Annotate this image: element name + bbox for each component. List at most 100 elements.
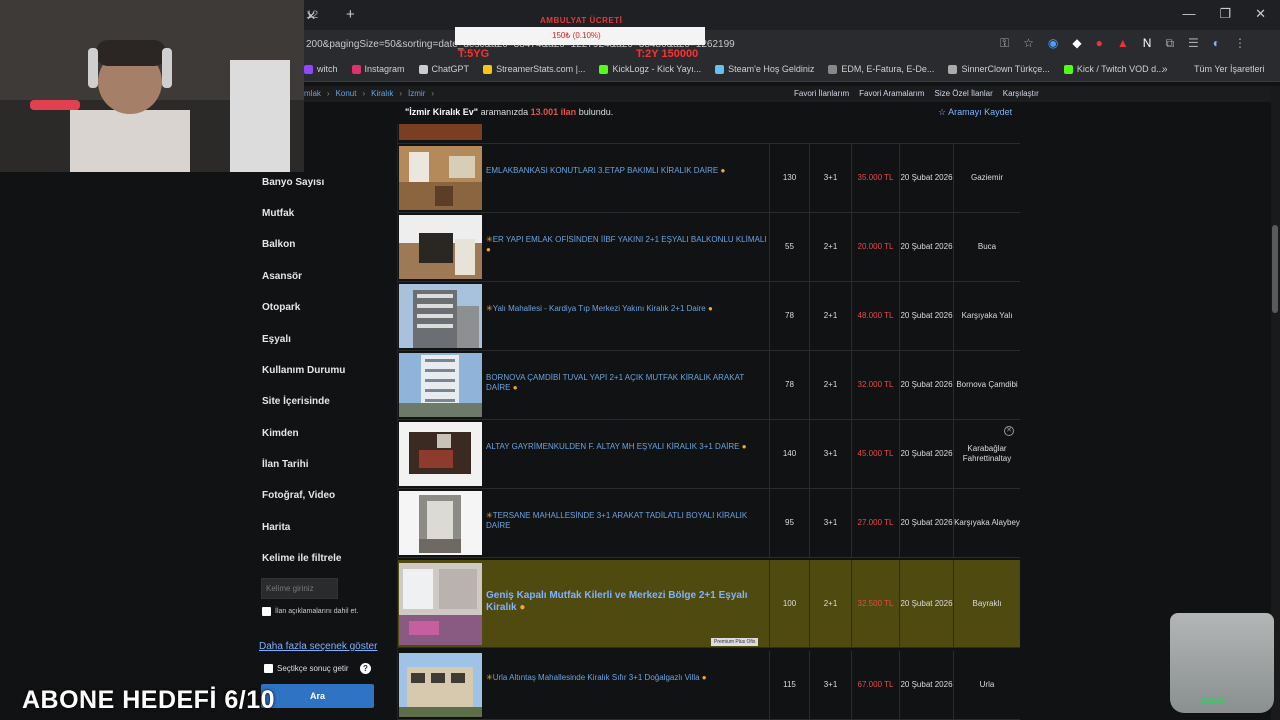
- browser-tab[interactable]: 12 ✕: [300, 4, 340, 26]
- listing-date: 20 Şubat 2026: [899, 420, 953, 488]
- table-row[interactable]: [398, 72, 1020, 144]
- listing-rooms: 2+1: [809, 351, 851, 419]
- table-row[interactable]: ✳TERSANE MAHALLESİNDE 3+1 ARAKAT TADİLAT…: [398, 489, 1020, 558]
- plant-icon: ✿✿✿: [1200, 696, 1226, 707]
- listing-thumbnail[interactable]: [399, 563, 482, 645]
- keyword-input[interactable]: Kelime giriniz: [261, 578, 338, 599]
- bookmark-item[interactable]: witch: [304, 64, 338, 74]
- listing-title[interactable]: ALTAY GAYRİMENKULDEN F. ALTAY MH EŞYALI …: [486, 442, 768, 452]
- listing-title-text[interactable]: Yalı Mahallesi - Kardiya Tıp Merkezi Yak…: [493, 304, 706, 313]
- bookmark-item[interactable]: Kick / Twitch VOD d...: [1063, 64, 1164, 74]
- bookmark-item[interactable]: Instagram: [351, 64, 405, 74]
- listing-title[interactable]: EMLAKBANKASI KONUTLARI 3.ETAP BAKIMLI Kİ…: [486, 166, 768, 176]
- extension-icon[interactable]: ◉: [1048, 36, 1058, 51]
- breadcrumb-item[interactable]: Konut: [336, 89, 357, 98]
- filter-kitchen[interactable]: Mutfak: [262, 208, 294, 219]
- overlay-left-text: T:5YG: [458, 48, 490, 60]
- more-options-link[interactable]: Daha fazla seçenek göster: [259, 641, 377, 652]
- sun-icon: ✳: [486, 511, 493, 520]
- scrollbar-thumb[interactable]: [1272, 225, 1278, 313]
- listing-rooms: 2+1: [809, 282, 851, 350]
- table-row[interactable]: ✳Yalı Mahallesi - Kardiya Tıp Merkezi Ya…: [398, 282, 1020, 351]
- listing-thumbnail[interactable]: [399, 146, 482, 210]
- filter-photo-video[interactable]: Fotoğraf, Video: [262, 490, 335, 501]
- filter-in-complex[interactable]: Site İçerisinde: [262, 396, 330, 407]
- close-tab-icon[interactable]: ✕: [306, 9, 316, 23]
- filter-usage-status[interactable]: Kullanım Durumu: [262, 365, 345, 376]
- listing-title[interactable]: ✳TERSANE MAHALLESİNDE 3+1 ARAKAT TADİLAT…: [486, 511, 768, 531]
- listing-location: Bornova Çamdibi: [953, 351, 1020, 419]
- filter-keyword[interactable]: Kelime ile filtrele: [262, 553, 341, 564]
- filter-from-whom[interactable]: Kimden: [262, 428, 299, 439]
- filter-bathrooms[interactable]: Banyo Sayısı: [262, 177, 324, 188]
- minimize-icon[interactable]: —: [1182, 6, 1195, 22]
- close-window-icon[interactable]: ✕: [1255, 6, 1266, 22]
- listing-title[interactable]: ✳ER YAPI EMLAK OFİSİNDEN İİBF YAKINI 2+1…: [486, 235, 768, 255]
- listing-price: 45.000 TL: [851, 420, 899, 488]
- filter-listing-date[interactable]: İlan Tarihi: [262, 459, 309, 470]
- filter-elevator[interactable]: Asansör: [262, 271, 302, 282]
- filter-furnished[interactable]: Eşyalı: [262, 334, 291, 345]
- listing-rooms: 3+1: [809, 144, 851, 212]
- listing-title[interactable]: BORNOVA ÇAMDİBİ TUVAL YAPI 2+1 AÇIK MUTF…: [486, 373, 768, 393]
- bookmark-icon: [304, 64, 313, 74]
- listing-title-text[interactable]: TERSANE MAHALLESİNDE 3+1 ARAKAT TADİLATL…: [486, 511, 747, 530]
- include-description-checkbox[interactable]: [262, 607, 271, 616]
- listing-title-text[interactable]: EMLAKBANKASI KONUTLARI 3.ETAP BAKIMLI Kİ…: [486, 166, 718, 175]
- diamond-icon[interactable]: ◆: [1072, 36, 1081, 51]
- breadcrumb-item[interactable]: Kiralık: [371, 89, 393, 98]
- help-icon[interactable]: ?: [360, 663, 371, 674]
- listing-date: 20 Şubat 2026: [899, 651, 953, 719]
- more-bookmarks-icon[interactable]: »: [1162, 64, 1168, 75]
- close-icon[interactable]: ✕: [1004, 426, 1014, 436]
- listing-title[interactable]: ✳Urla Altıntaş Mahallesinde Kiralık Sıfı…: [486, 673, 768, 683]
- search-button[interactable]: Ara: [261, 684, 374, 708]
- listing-date: 20 Şubat 2026: [899, 560, 953, 647]
- listing-title[interactable]: ✳Yalı Mahallesi - Kardiya Tıp Merkezi Ya…: [486, 304, 768, 314]
- listing-location: Urla: [953, 651, 1020, 719]
- listing-thumbnail[interactable]: [399, 353, 482, 417]
- profile-icon[interactable]: ◐: [1213, 36, 1220, 51]
- listing-thumbnail[interactable]: [399, 215, 482, 279]
- filter-parking[interactable]: Otopark: [262, 302, 300, 313]
- new-tab-icon[interactable]: +: [346, 6, 355, 23]
- listing-thumbnail[interactable]: [399, 422, 482, 486]
- toolbar-icons: ⚿ ☆ ◉ ◆ ● ▲ N ⧉ ☰ ◐ ⋮: [1000, 36, 1246, 51]
- listing-title-text[interactable]: ALTAY GAYRİMENKULDEN F. ALTAY MH EŞYALI …: [486, 442, 740, 451]
- listing-title-text[interactable]: Urla Altıntaş Mahallesinde Kiralık Sıfır…: [493, 673, 700, 682]
- listing-title-text[interactable]: BORNOVA ÇAMDİBİ TUVAL YAPI 2+1 AÇIK MUTF…: [486, 373, 744, 392]
- table-row[interactable]: BORNOVA ÇAMDİBİ TUVAL YAPI 2+1 AÇIK MUTF…: [398, 351, 1020, 420]
- listing-thumbnail[interactable]: [399, 491, 482, 555]
- filter-balcony[interactable]: Balkon: [262, 239, 295, 250]
- record-icon[interactable]: ●: [1096, 36, 1103, 51]
- menu-icon[interactable]: ⋮: [1234, 36, 1246, 51]
- all-bookmarks[interactable]: Tüm Yer İşaretleri: [1194, 64, 1265, 74]
- notion-icon[interactable]: N: [1143, 36, 1152, 51]
- maximize-icon[interactable]: ❐: [1219, 6, 1231, 22]
- listing-m2: 55: [769, 213, 809, 281]
- listing-title[interactable]: Geniş Kapalı Mutfak Kilerli ve Merkezi B…: [486, 590, 768, 614]
- listing-price: 67.000 TL: [851, 651, 899, 719]
- filter-map[interactable]: Harita: [262, 522, 290, 533]
- star-icon[interactable]: ☆: [1023, 36, 1034, 51]
- media-icon[interactable]: ☰: [1188, 36, 1199, 51]
- key-icon[interactable]: ⚿: [1000, 36, 1009, 51]
- subscriber-goal: ABONE HEDEFİ 6/10: [22, 686, 276, 714]
- breadcrumb-separator: ›: [326, 89, 330, 98]
- listing-price: 48.000 TL: [851, 282, 899, 350]
- puzzle-icon[interactable]: ⧉: [1165, 36, 1174, 51]
- table-row[interactable]: ALTAY GAYRİMENKULDEN F. ALTAY MH EŞYALI …: [398, 420, 1020, 489]
- table-row[interactable]: ✳Urla Altıntaş Mahallesinde Kiralık Sıfı…: [398, 651, 1020, 720]
- listing-thumbnail[interactable]: [399, 284, 482, 348]
- listing-price: 35.000 TL: [851, 144, 899, 212]
- shield-icon[interactable]: ▲: [1117, 36, 1129, 51]
- table-row[interactable]: ✳ER YAPI EMLAK OFİSİNDEN İİBF YAKINI 2+1…: [398, 213, 1020, 282]
- table-row[interactable]: EMLAKBANKASI KONUTLARI 3.ETAP BAKIMLI Kİ…: [398, 144, 1020, 213]
- listing-thumbnail[interactable]: [399, 653, 482, 717]
- table-row-premium[interactable]: Geniş Kapalı Mutfak Kilerli ve Merkezi B…: [398, 560, 1020, 648]
- auto-results-checkbox[interactable]: [264, 664, 273, 673]
- include-description-label: İlan açıklamalarını dahil et.: [275, 608, 359, 615]
- breadcrumb-item[interactable]: mlak: [304, 89, 321, 98]
- listing-title-text[interactable]: ER YAPI EMLAK OFİSİNDEN İİBF YAKINI 2+1 …: [493, 235, 767, 244]
- listing-thumbnail[interactable]: [399, 124, 482, 140]
